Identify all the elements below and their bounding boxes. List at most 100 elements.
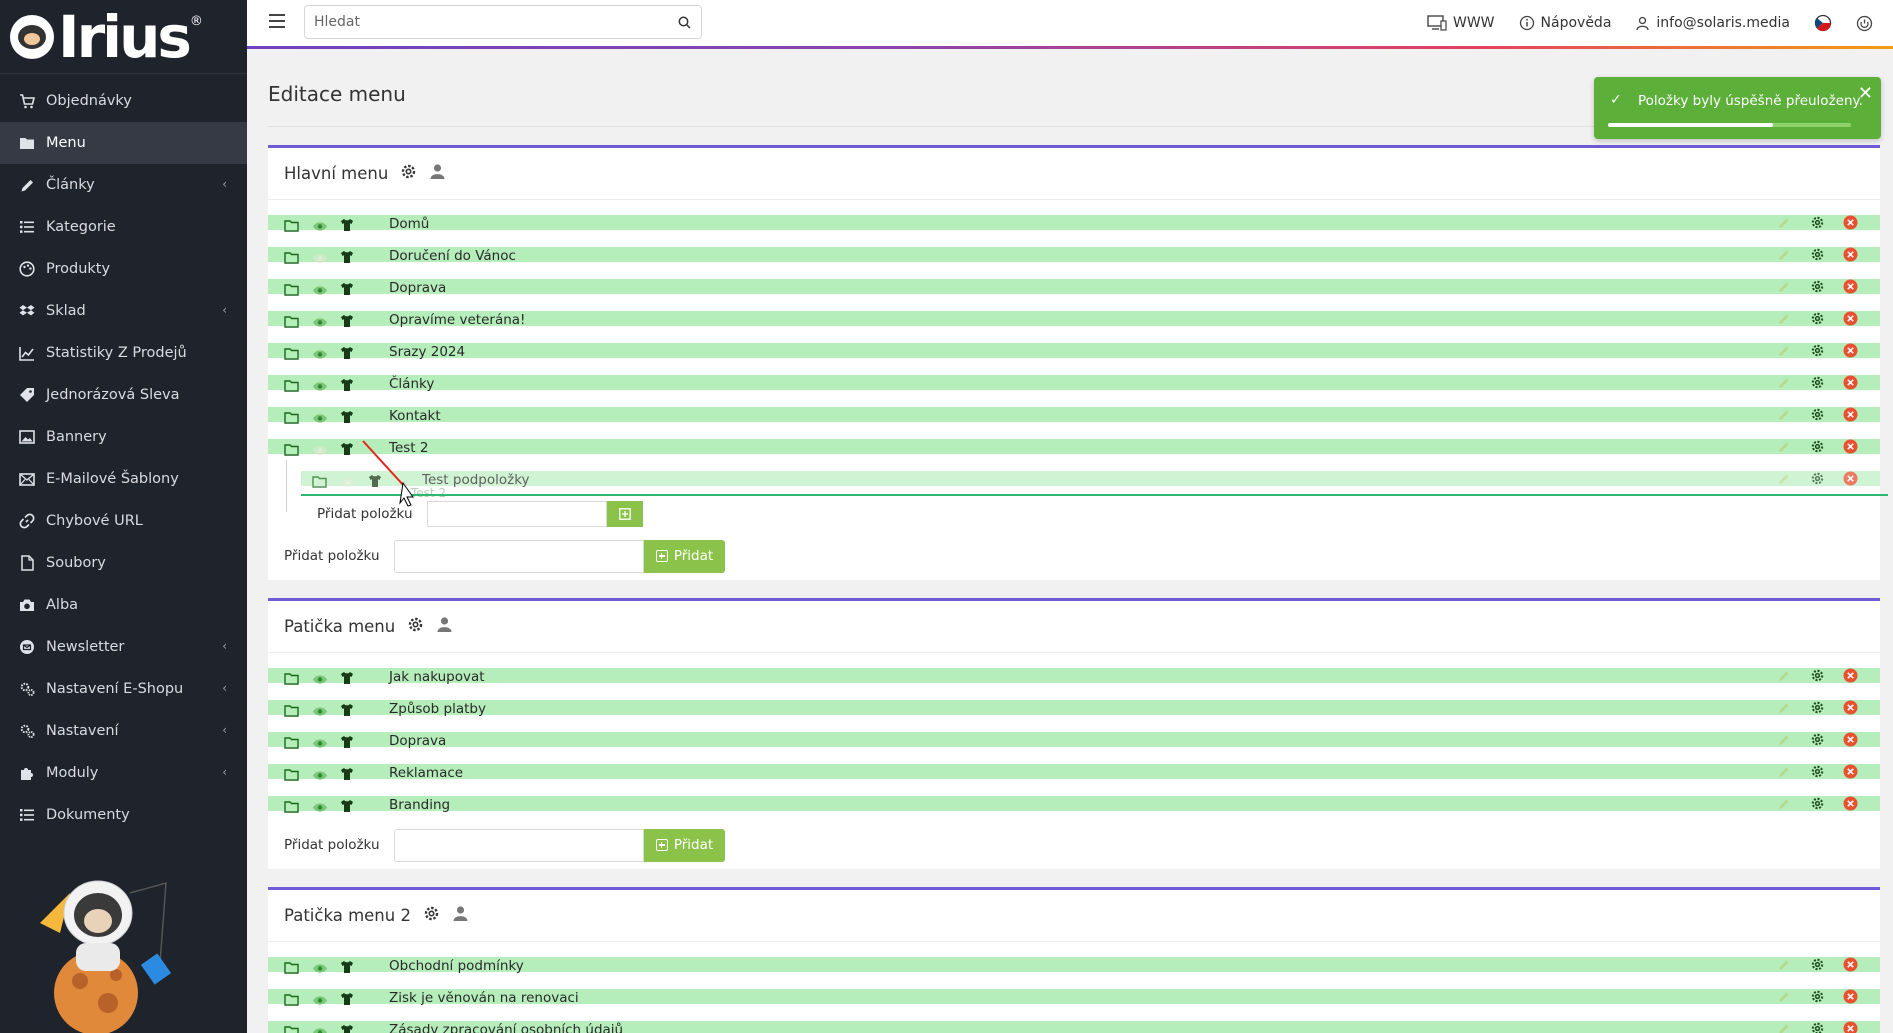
delete-icon[interactable] [1843, 343, 1858, 358]
eye-icon[interactable] [312, 798, 327, 813]
shirt-icon[interactable] [340, 766, 355, 781]
folder-icon[interactable] [284, 1023, 299, 1033]
menu-item-label[interactable]: Doručení do Vánoc [389, 248, 516, 264]
settings-gear-icon[interactable] [1810, 439, 1825, 454]
shirt-icon[interactable] [340, 959, 355, 974]
edit-pencil-icon[interactable] [1777, 215, 1792, 230]
menu-item-row[interactable]: Zásady zpracování osobních údajů [268, 1014, 1880, 1033]
sidebar-item-4[interactable]: Produkty [0, 248, 247, 290]
menu-item-label[interactable]: Obchodní podmínky [389, 958, 524, 974]
search-input[interactable] [305, 14, 667, 30]
delete-icon[interactable] [1843, 375, 1858, 390]
edit-pencil-icon[interactable] [1777, 279, 1792, 294]
eye-icon[interactable] [312, 345, 327, 360]
menu-item-row[interactable]: Test 2 [268, 432, 1880, 464]
shirt-icon[interactable] [340, 377, 355, 392]
eye-icon[interactable] [312, 249, 327, 264]
edit-pencil-icon[interactable] [1777, 247, 1792, 262]
menu-permissions-icon[interactable] [436, 616, 453, 637]
delete-icon[interactable] [1843, 1021, 1858, 1033]
folder-icon[interactable] [284, 959, 299, 974]
logout-button[interactable] [1856, 15, 1873, 32]
add-item-button[interactable]: Přidat [644, 539, 725, 573]
eye-icon[interactable] [312, 409, 327, 424]
add-item-input[interactable] [394, 539, 644, 573]
shirt-icon[interactable] [340, 670, 355, 685]
sidebar-item-8[interactable]: Bannery [0, 416, 247, 458]
sidebar-item-3[interactable]: Kategorie [0, 206, 247, 248]
eye-icon[interactable] [312, 991, 327, 1006]
edit-pencil-icon[interactable] [1777, 989, 1792, 1004]
folder-icon[interactable] [284, 766, 299, 781]
sidebar-item-5[interactable]: Sklad ‹ [0, 290, 247, 332]
settings-gear-icon[interactable] [1810, 700, 1825, 715]
settings-gear-icon[interactable] [1810, 796, 1825, 811]
eye-icon[interactable] [312, 670, 327, 685]
sidebar-item-6[interactable]: Statistiky Z Prodejů [0, 332, 247, 374]
menu-item-row[interactable]: Srazy 2024 [268, 336, 1880, 368]
delete-icon[interactable] [1843, 989, 1858, 1004]
add-item-input[interactable] [394, 828, 644, 862]
folder-icon[interactable] [312, 473, 327, 488]
shirt-icon[interactable] [340, 409, 355, 424]
edit-pencil-icon[interactable] [1777, 311, 1792, 326]
sidebar-item-1[interactable]: Menu [0, 122, 247, 164]
eye-icon[interactable] [312, 441, 327, 456]
shirt-icon[interactable] [340, 1023, 355, 1033]
shirt-icon[interactable] [340, 798, 355, 813]
menu-item-label[interactable]: Doprava [389, 733, 446, 749]
menu-item-row[interactable]: Domů [268, 208, 1880, 240]
eye-icon[interactable] [312, 734, 327, 749]
menu-item-label[interactable]: Články [389, 376, 434, 392]
shirt-icon[interactable] [340, 991, 355, 1006]
edit-pencil-icon[interactable] [1777, 796, 1792, 811]
delete-icon[interactable] [1843, 311, 1858, 326]
settings-gear-icon[interactable] [1810, 1021, 1825, 1033]
help-link[interactable]: Nápověda [1519, 15, 1611, 31]
menu-permissions-icon[interactable] [452, 905, 469, 926]
menu-item-row[interactable]: Zisk je věnován na renovaci [268, 982, 1880, 1014]
edit-pencil-icon[interactable] [1777, 668, 1792, 683]
settings-gear-icon[interactable] [1810, 215, 1825, 230]
sidebar-item-17[interactable]: Dokumenty [0, 794, 247, 836]
language-switch[interactable] [1814, 14, 1832, 32]
logo[interactable]: Irius ® [0, 0, 247, 74]
settings-gear-icon[interactable] [1810, 247, 1825, 262]
eye-icon[interactable] [312, 702, 327, 717]
shirt-icon[interactable] [340, 281, 355, 296]
menu-item-label[interactable]: Způsob platby [389, 701, 486, 717]
settings-gear-icon[interactable] [1810, 471, 1825, 486]
delete-icon[interactable] [1843, 407, 1858, 422]
delete-icon[interactable] [1843, 957, 1858, 972]
settings-gear-icon[interactable] [1810, 311, 1825, 326]
settings-gear-icon[interactable] [1810, 668, 1825, 683]
shirt-icon[interactable] [340, 702, 355, 717]
shirt-icon[interactable] [340, 441, 355, 456]
edit-pencil-icon[interactable] [1777, 471, 1792, 486]
menu-item-row[interactable]: Články [268, 368, 1880, 400]
sidebar-item-14[interactable]: Nastavení E-Shopu ‹ [0, 668, 247, 710]
folder-icon[interactable] [284, 441, 299, 456]
eye-icon[interactable] [312, 217, 327, 232]
menu-item-label[interactable]: Domů [389, 216, 429, 232]
www-link[interactable]: WWW [1427, 15, 1495, 31]
sidebar-item-9[interactable]: E-Mailové Šablony [0, 458, 247, 500]
delete-icon[interactable] [1843, 668, 1858, 683]
folder-icon[interactable] [284, 217, 299, 232]
menu-item-row[interactable]: Kontakt [268, 400, 1880, 432]
settings-gear-icon[interactable] [1810, 343, 1825, 358]
menu-settings-icon[interactable] [423, 905, 440, 926]
edit-pencil-icon[interactable] [1777, 732, 1792, 747]
folder-icon[interactable] [284, 734, 299, 749]
edit-pencil-icon[interactable] [1777, 375, 1792, 390]
edit-pencil-icon[interactable] [1777, 343, 1792, 358]
sidebar-item-16[interactable]: Moduly ‹ [0, 752, 247, 794]
eye-icon[interactable] [312, 313, 327, 328]
folder-icon[interactable] [284, 345, 299, 360]
sidebar-item-11[interactable]: Soubory [0, 542, 247, 584]
folder-icon[interactable] [284, 313, 299, 328]
user-menu[interactable]: info@solaris.media [1635, 15, 1790, 31]
sidebar-item-15[interactable]: Nastavení ‹ [0, 710, 247, 752]
settings-gear-icon[interactable] [1810, 989, 1825, 1004]
shirt-icon[interactable] [340, 217, 355, 232]
